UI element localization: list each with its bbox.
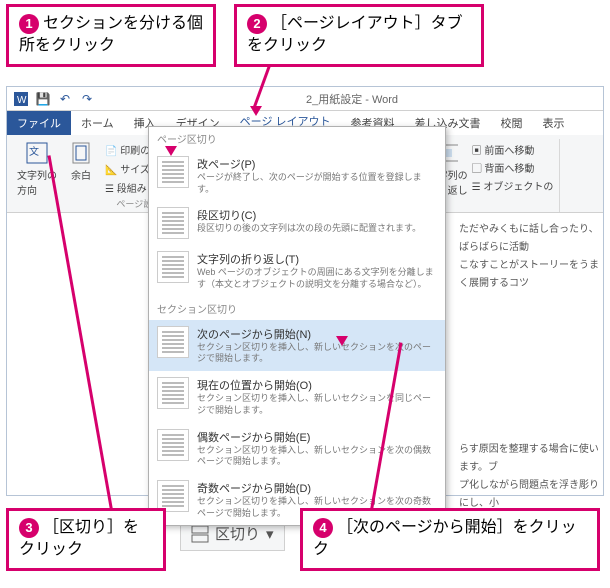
svg-text:文: 文 — [29, 145, 39, 158]
selection-pane-button[interactable]: ☰ オブジェクトの — [472, 177, 554, 194]
callout-num-2: 2 — [247, 14, 267, 34]
tab-review[interactable]: 校閲 — [491, 111, 533, 135]
callout-2: 2［ページレイアウト］タブをクリック — [234, 4, 484, 67]
window-title: 2_用紙設定 - Word — [101, 91, 603, 107]
undo-icon[interactable]: ↶ — [57, 91, 73, 107]
callout-num-4: 4 — [313, 518, 333, 538]
next-page-icon — [157, 326, 189, 358]
callout-num-1: 1 — [19, 14, 39, 34]
breaks-sample-icon — [191, 525, 209, 543]
word-icon: W — [13, 91, 29, 107]
continuous-icon — [157, 377, 189, 409]
arrow-head-4 — [336, 336, 348, 346]
callout-text-1: セクションを分ける個所をクリック — [19, 15, 203, 54]
quick-access-toolbar: W 💾 ↶ ↷ — [7, 91, 101, 107]
dd-item-column-break[interactable]: 段区切り(C)段区切りの後の文字列は次の段の先頭に配置されます。 — [149, 201, 445, 245]
bring-forward-button[interactable]: ▣ 前面へ移動 — [472, 141, 554, 158]
arrow-head-3 — [165, 146, 177, 156]
tab-home[interactable]: ホーム — [71, 111, 124, 135]
callout-num-3: 3 — [19, 518, 39, 538]
tab-view[interactable]: 表示 — [533, 111, 575, 135]
svg-text:W: W — [17, 95, 27, 106]
dd-item-page-break[interactable]: 改ページ(P)ページが終了し、次のページが開始する位置を登録します。 — [149, 150, 445, 201]
redo-icon[interactable]: ↷ — [79, 91, 95, 107]
send-backward-button[interactable]: ▢ 背面へ移動 — [472, 159, 554, 176]
callout-3: 3［区切り］をクリック — [6, 508, 166, 571]
callout-4: 4［次のページから開始］をクリック — [300, 508, 600, 571]
callout-1: 1セクションを分ける個所をクリック — [6, 4, 216, 67]
arrow-head-2 — [250, 106, 262, 116]
even-page-icon — [157, 429, 189, 461]
tab-file[interactable]: ファイル — [7, 111, 71, 135]
chevron-down-icon: ▾ — [266, 525, 274, 543]
page-break-icon — [157, 156, 189, 188]
titlebar: W 💾 ↶ ↷ 2_用紙設定 - Word — [7, 87, 603, 111]
column-break-icon — [157, 207, 189, 239]
text-wrapping-icon — [157, 251, 189, 283]
callout-text-4: ［次のページから開始］をクリック — [313, 519, 577, 558]
margins-button[interactable]: 余白 — [61, 141, 101, 197]
dd-section-page-breaks: ページ区切り — [149, 127, 445, 150]
margins-label: 余白 — [71, 167, 91, 182]
callout-text-2: ［ページレイアウト］タブをクリック — [247, 15, 463, 54]
document-text-1: ただやみくもに話し合ったり、ばらばらに活動 こなすことがストーリーをうまく展開す… — [455, 217, 603, 297]
dd-item-even-page[interactable]: 偶数ページから開始(E)セクション区切りを挿入し、新しいセクションを次の偶数ペー… — [149, 423, 445, 474]
save-icon[interactable]: 💾 — [35, 91, 51, 107]
dd-section-section-breaks: セクション区切り — [149, 297, 445, 320]
breaks-dropdown: ページ区切り 改ページ(P)ページが終了し、次のページが開始する位置を登録します… — [148, 126, 446, 526]
dd-item-text-wrapping[interactable]: 文字列の折り返し(T)Web ページのオブジェクトの周囲にある文字列を分離します… — [149, 245, 445, 296]
dd-item-continuous[interactable]: 現在の位置から開始(O)セクション区切りを挿入し、新しいセクションを同じページで… — [149, 371, 445, 422]
